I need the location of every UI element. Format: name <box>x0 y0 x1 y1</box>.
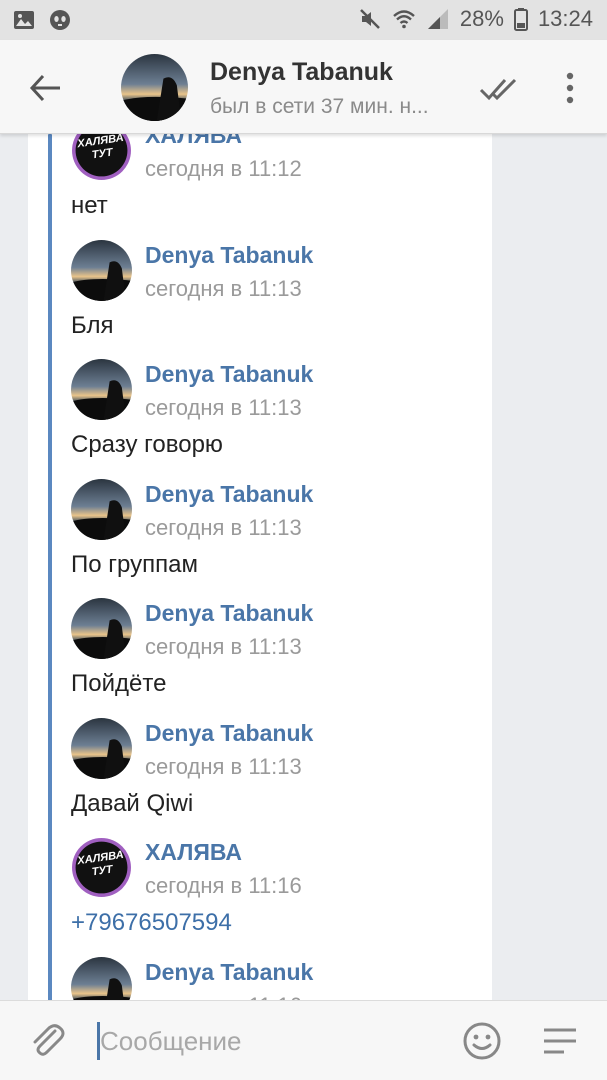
message-item[interactable]: Denya Tabanukсегодня в 11:16 <box>71 956 491 1002</box>
message-avatar[interactable] <box>71 717 132 779</box>
message-avatar[interactable] <box>71 956 132 1002</box>
message-item[interactable]: Denya Tabanuk сегодня в 11:13 Сразу говорю <box>71 359 491 469</box>
alien-icon <box>50 10 70 30</box>
message-item[interactable]: Denya Tabanuk сегодня в 11:13 По группам <box>71 478 491 589</box>
message-author[interactable]: Denya Tabanuk <box>145 720 313 747</box>
message-author[interactable]: Denya Tabanuk <box>145 242 313 269</box>
message-author[interactable]: Denya Tabanuk <box>145 959 313 986</box>
message-time: сегодня в 11:13 <box>145 395 302 420</box>
message-item[interactable]: Denya Tabanuk сегодня в 11:13 Бля <box>71 239 491 350</box>
message-avatar[interactable] <box>71 598 132 659</box>
mute-icon <box>360 9 380 29</box>
paperclip-icon[interactable] <box>28 1021 66 1061</box>
message-text: Сразу говорю <box>71 431 223 458</box>
contact-name[interactable]: Denya Tabanuk <box>210 58 393 87</box>
message-author[interactable]: ХАЛЯВА <box>145 134 242 149</box>
contact-last-seen: был в сети 37 мин. н... <box>210 95 429 118</box>
message-item[interactable]: ХАЛЯВА ТУТ ХАЛЯВА сегодня в 11:16 +796765075… <box>71 837 491 947</box>
message-time: сегодня в 11:13 <box>145 275 302 301</box>
message-text: нет <box>71 192 108 219</box>
message-author[interactable]: Denya Tabanuk <box>145 481 313 508</box>
back-arrow-icon[interactable] <box>26 68 66 108</box>
menu-icon[interactable] <box>542 1027 578 1055</box>
double-check-icon[interactable] <box>478 74 518 104</box>
message-item[interactable]: Denya Tabanuk сегодня в 11:13 Пойдёте <box>71 598 491 708</box>
image-icon <box>14 11 34 29</box>
message-item[interactable]: ХАЛЯВА ТУТ ХАЛЯВА сегодня в 11:12 нет <box>71 134 491 230</box>
clock-text: 13:24 <box>537 6 593 31</box>
message-avatar[interactable] <box>71 359 132 420</box>
wifi-icon <box>393 10 415 29</box>
chat-header: Denya Tabanuk был в сети 37 мин. н... <box>0 40 607 134</box>
message-author[interactable]: Denya Tabanuk <box>145 600 313 627</box>
message-text: По группам <box>71 550 198 578</box>
message-avatar[interactable] <box>71 478 132 540</box>
message-text: Бля <box>71 311 114 339</box>
message-avatar[interactable] <box>71 239 132 301</box>
message-author[interactable]: ХАЛЯВА <box>145 839 242 866</box>
message-time: сегодня в 11:13 <box>145 514 302 540</box>
message-time: сегодня в 11:12 <box>145 156 302 181</box>
quote-line <box>48 134 52 1002</box>
message-time: сегодня в 11:16 <box>145 873 302 898</box>
message-text: Пойдёте <box>71 670 167 697</box>
message-phone-link[interactable]: +79676507594 <box>71 909 232 937</box>
message-input[interactable] <box>100 1019 440 1063</box>
message-text: Давай Qiwi <box>71 789 194 817</box>
status-bar: 28% 13:24 <box>0 0 607 40</box>
message-avatar[interactable]: ХАЛЯВА ТУТ <box>71 837 132 898</box>
message-avatar[interactable]: ХАЛЯВА ТУТ <box>71 134 132 181</box>
battery-icon <box>513 8 528 31</box>
more-vertical-icon[interactable] <box>556 70 584 106</box>
signal-icon <box>427 9 448 29</box>
smile-icon[interactable] <box>462 1021 502 1061</box>
message-time: сегодня в 11:13 <box>145 753 302 779</box>
message-item[interactable]: Denya Tabanuk сегодня в 11:13 Давай Qiwi <box>71 717 491 828</box>
message-time: сегодня в 11:13 <box>145 634 302 659</box>
contact-avatar[interactable] <box>121 54 188 121</box>
forwarded-messages[interactable]: ХАЛЯВА ТУТ ХАЛЯВА сегодня в 11:12 нет Denya T… <box>28 134 492 1002</box>
composer <box>0 1000 607 1080</box>
message-author[interactable]: Denya Tabanuk <box>145 361 313 388</box>
battery-text: 28% <box>459 6 504 31</box>
